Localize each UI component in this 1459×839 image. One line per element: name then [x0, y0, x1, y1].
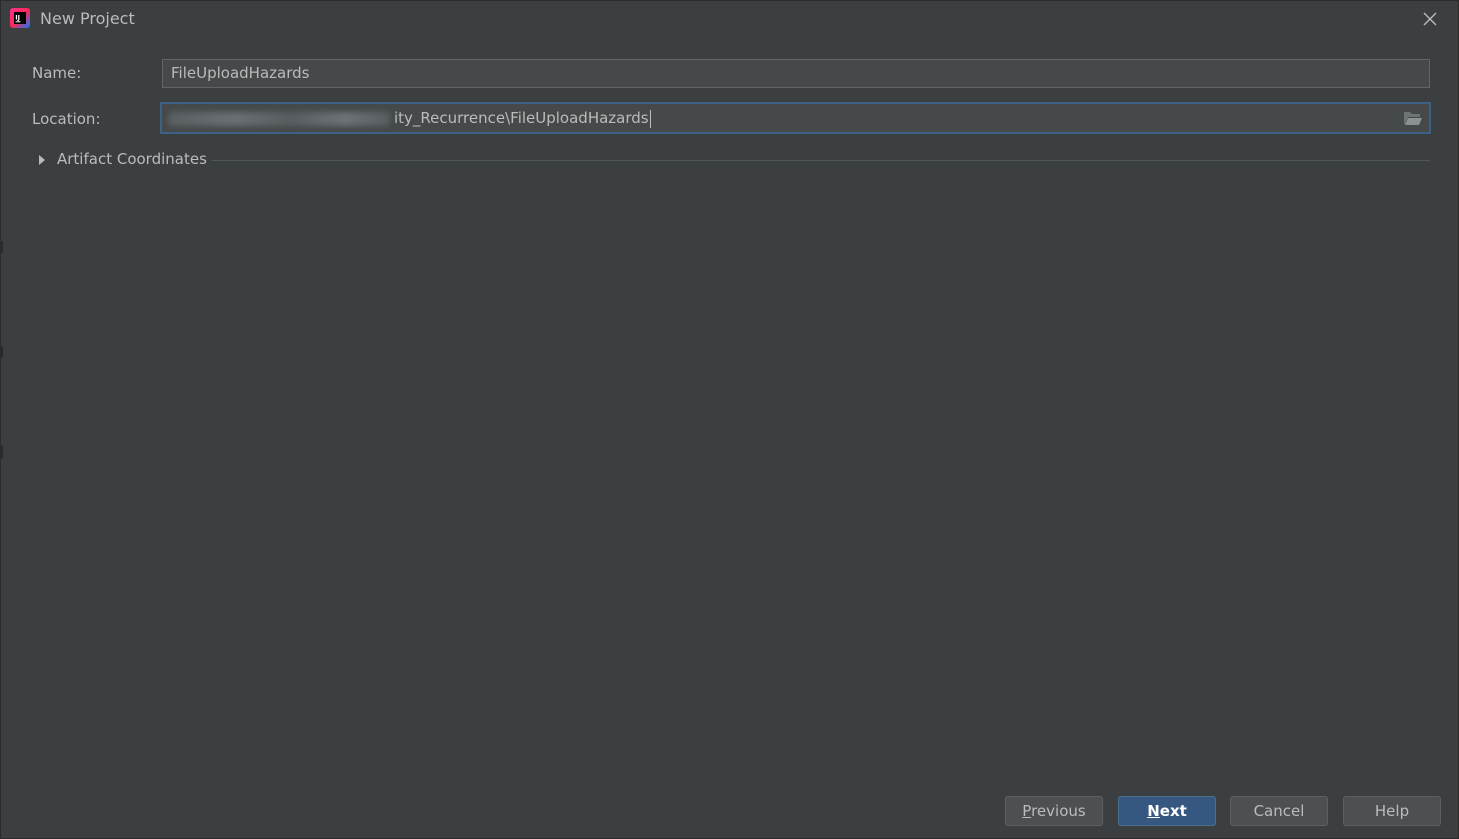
name-label: Name:	[32, 64, 82, 82]
artifact-coordinates-label: Artifact Coordinates	[57, 150, 207, 168]
window-edge-mark	[1, 346, 3, 358]
section-divider	[212, 160, 1430, 161]
next-label: ext	[1159, 802, 1187, 820]
cancel-button[interactable]: Cancel	[1230, 796, 1328, 826]
window-title: New Project	[40, 9, 135, 28]
location-field[interactable]: ity_Recurrence\FileUploadHazards	[160, 102, 1431, 134]
name-field-value: FileUploadHazards	[171, 64, 310, 82]
previous-label: revious	[1031, 802, 1086, 820]
next-button[interactable]: Next	[1118, 796, 1216, 826]
new-project-dialog: IJ New Project Name: FileUploadHazards L…	[0, 0, 1459, 839]
previous-mnemonic: P	[1022, 802, 1032, 820]
intellij-idea-icon: IJ	[10, 8, 30, 28]
artifact-coordinates-toggle[interactable]: Artifact Coordinates	[37, 149, 1430, 171]
redacted-path-segment	[168, 111, 390, 126]
help-button[interactable]: Help	[1343, 796, 1441, 826]
triangle-right-icon	[39, 155, 45, 165]
location-label: Location:	[32, 110, 101, 128]
title-bar[interactable]: IJ New Project	[1, 1, 1458, 37]
name-field[interactable]: FileUploadHazards	[162, 59, 1430, 88]
text-caret	[649, 109, 651, 128]
next-mnemonic: N	[1147, 802, 1160, 820]
window-edge-mark	[1, 241, 3, 253]
close-icon[interactable]	[1418, 7, 1442, 31]
location-field-value: ity_Recurrence\FileUploadHazards	[394, 109, 649, 127]
folder-open-icon[interactable]	[1403, 109, 1423, 127]
svg-text:IJ: IJ	[15, 14, 20, 22]
previous-button[interactable]: Previous	[1005, 796, 1103, 826]
window-edge-mark	[1, 446, 3, 458]
